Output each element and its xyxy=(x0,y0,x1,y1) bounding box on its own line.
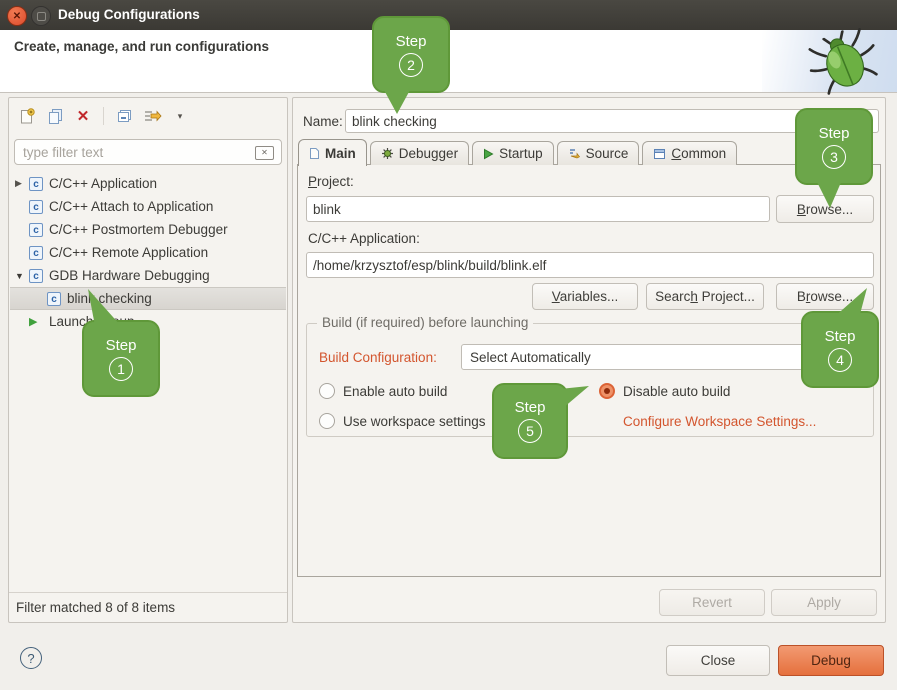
build-options-group: Build (if required) before launching Bui… xyxy=(306,323,874,437)
restore-window-button[interactable] xyxy=(31,6,51,26)
page-icon xyxy=(309,147,320,160)
c-application-icon: c xyxy=(29,223,43,237)
c-application-icon: c xyxy=(29,269,43,283)
chevron-down-icon: ▾ xyxy=(178,111,183,122)
restore-icon xyxy=(37,12,46,21)
header-title: Create, manage, and run configurations xyxy=(14,39,269,54)
c-application-icon: c xyxy=(29,246,43,260)
step-5-tail xyxy=(546,381,592,417)
step-4-tail xyxy=(829,284,871,322)
build-configuration-label: Build Configuration: xyxy=(319,350,437,365)
debugger-icon xyxy=(381,147,394,160)
build-group-title: Build (if required) before launching xyxy=(317,315,533,330)
use-workspace-settings-label: Use workspace settings xyxy=(343,414,486,429)
launch-group-icon: ▶ xyxy=(29,315,43,329)
search-project-button[interactable]: Search Project... xyxy=(646,283,764,310)
c-application-icon: c xyxy=(47,292,61,306)
tree-item-cpp-attach[interactable]: c C/C++ Attach to Application xyxy=(10,195,286,218)
name-label: Name: xyxy=(303,114,343,129)
step-3-number: 3 xyxy=(822,145,846,169)
collapse-all-icon xyxy=(116,109,132,124)
configure-workspace-settings-link[interactable]: Configure Workspace Settings... xyxy=(623,414,816,429)
enable-auto-build-label: Enable auto build xyxy=(343,384,447,399)
close-icon: ✕ xyxy=(13,11,21,22)
step-4-number: 4 xyxy=(828,348,852,372)
tab-main[interactable]: Main xyxy=(298,139,367,166)
tab-common[interactable]: Common xyxy=(642,141,737,165)
disable-auto-build-radio[interactable] xyxy=(599,383,615,399)
duplicate-icon xyxy=(47,108,64,125)
expander-expanded-icon[interactable]: ▼ xyxy=(15,271,29,281)
close-button[interactable]: Close xyxy=(666,645,770,676)
tree-item-cpp-application[interactable]: ▶ c C/C++ Application xyxy=(10,172,286,195)
collapse-all-button[interactable] xyxy=(114,106,134,126)
main-tab-content: Project: Browse... C/C++ Application: Va… xyxy=(297,164,881,577)
debug-configurations-dialog: ✕ Debug Configurations Create, manage, a… xyxy=(0,0,897,690)
application-label: C/C++ Application: xyxy=(308,231,420,246)
filter-field-wrap: ✕ xyxy=(14,139,282,165)
filter-input[interactable] xyxy=(14,139,282,165)
startup-icon xyxy=(483,148,494,160)
filter-configurations-button[interactable] xyxy=(142,106,162,126)
tree-item-cpp-postmortem[interactable]: c C/C++ Postmortem Debugger xyxy=(10,218,286,241)
tree-item-blink-checking[interactable]: c blink checking xyxy=(10,287,286,310)
step-1-balloon: Step 1 xyxy=(82,320,160,397)
application-input[interactable] xyxy=(306,252,874,278)
step-4-balloon: Step 4 xyxy=(801,311,879,388)
common-icon xyxy=(653,148,666,160)
step-1-number: 1 xyxy=(109,357,133,381)
tree-item-gdb-hardware[interactable]: ▼ c GDB Hardware Debugging xyxy=(10,264,286,287)
tab-startup[interactable]: Startup xyxy=(472,141,554,165)
duplicate-configuration-button[interactable] xyxy=(45,106,65,126)
toolbar-separator xyxy=(103,107,104,125)
debug-button[interactable]: Debug xyxy=(778,645,884,676)
tab-source[interactable]: Source xyxy=(557,141,640,165)
clear-filter-icon[interactable]: ✕ xyxy=(255,146,274,160)
source-icon xyxy=(568,147,581,160)
new-configuration-icon xyxy=(19,108,35,125)
c-application-icon: c xyxy=(29,200,43,214)
use-workspace-settings-radio[interactable] xyxy=(319,413,335,429)
help-icon: ? xyxy=(27,651,34,666)
filter-status: Filter matched 8 of 8 items xyxy=(9,592,287,622)
tab-bar: Main Debugger Startup Sou xyxy=(298,139,740,165)
variables-button[interactable]: Variables... xyxy=(532,283,638,310)
step-2-number: 2 xyxy=(399,53,423,77)
step-5-number: 5 xyxy=(518,419,542,443)
disable-auto-build-label: Disable auto build xyxy=(623,384,730,399)
configurations-toolbar: ✕ ▾ xyxy=(9,98,287,134)
expander-collapsed-icon[interactable]: ▶ xyxy=(15,178,29,189)
tab-debugger[interactable]: Debugger xyxy=(370,141,469,165)
step-2-balloon: Step 2 xyxy=(372,16,450,93)
delete-configuration-button[interactable]: ✕ xyxy=(73,106,93,126)
tree-item-cpp-remote[interactable]: c C/C++ Remote Application xyxy=(10,241,286,264)
close-window-button[interactable]: ✕ xyxy=(7,6,27,26)
step-2-tail xyxy=(380,88,416,116)
filter-icon xyxy=(143,109,162,124)
new-configuration-button[interactable] xyxy=(17,106,37,126)
project-input[interactable] xyxy=(306,196,770,222)
c-application-icon: c xyxy=(29,177,43,191)
help-button[interactable]: ? xyxy=(20,647,42,669)
apply-button[interactable]: Apply xyxy=(771,589,877,616)
filter-menu-button[interactable]: ▾ xyxy=(170,106,190,126)
step-3-tail xyxy=(812,178,848,210)
step-3-balloon: Step 3 xyxy=(795,108,873,185)
revert-button[interactable]: Revert xyxy=(659,589,765,616)
step-1-tail xyxy=(84,286,128,330)
enable-auto-build-radio[interactable] xyxy=(319,383,335,399)
delete-icon: ✕ xyxy=(77,109,90,124)
project-label: Project: xyxy=(308,174,354,189)
window-title: Debug Configurations xyxy=(58,7,200,22)
